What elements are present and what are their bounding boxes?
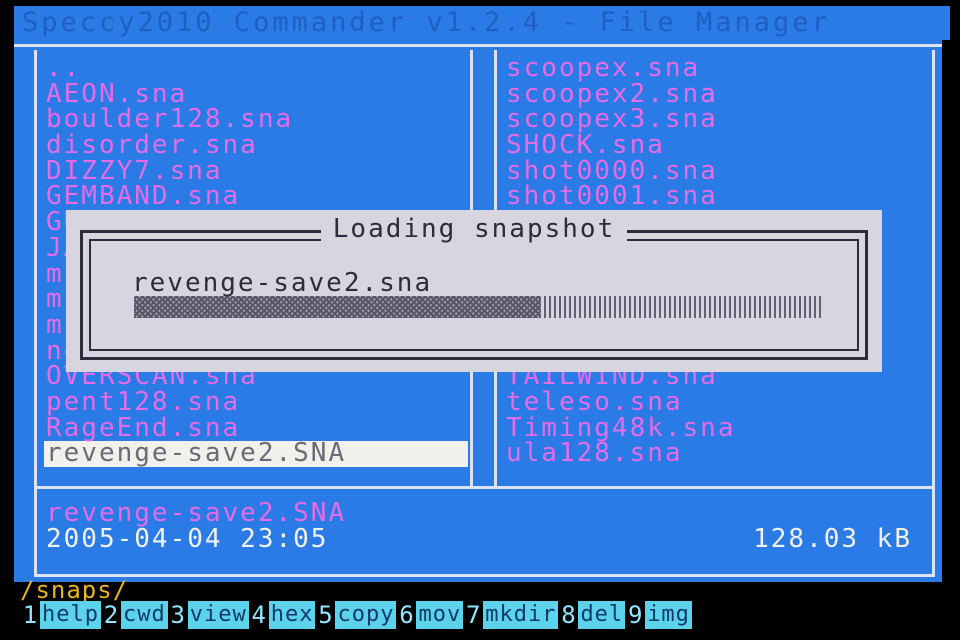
fkey-del[interactable]: 8 del [558, 600, 626, 630]
file-item[interactable]: pent128.sna [44, 389, 468, 416]
fkey-mkdir[interactable]: 7 mkdir [463, 600, 559, 630]
fkey-hex[interactable]: 4 hex [249, 600, 316, 630]
fkey-label: mov [416, 601, 464, 629]
fkey-number: 5 [318, 601, 333, 629]
fkey-number: 8 [561, 601, 576, 629]
fkey-label: view [187, 601, 249, 629]
fkey-number: 7 [465, 601, 481, 629]
frame-left-lower [34, 489, 37, 574]
fkey-label: hex [268, 601, 316, 629]
frame-left-outer [34, 50, 37, 486]
file-item[interactable]: shot0001.sna [504, 184, 924, 210]
fkey-label: del [578, 601, 626, 629]
fkey-number: 4 [251, 601, 266, 629]
loading-dialog: Loading snapshot revenge-save2.sna [66, 210, 882, 372]
frame-bottom [34, 574, 935, 577]
fkey-label: img [645, 601, 692, 629]
info-date: 2005-04-04 23:05 [46, 524, 329, 554]
fkey-img[interactable]: 9 img [625, 600, 692, 630]
file-item[interactable]: teleso.sna [504, 389, 924, 416]
file-item-selected[interactable]: revenge-save2.SNA [44, 440, 468, 467]
file-info-panel: revenge-save2.SNA 2005-04-04 23:05 128.0… [44, 498, 914, 574]
progress-bar [134, 296, 824, 318]
dialog-filename: revenge-save2.sna [132, 268, 433, 298]
fkey-number: 6 [399, 601, 414, 629]
fkey-label: help [40, 601, 101, 629]
file-item[interactable]: disorder.sna [44, 132, 468, 159]
dialog-title: Loading snapshot [66, 214, 882, 244]
frame-top [14, 44, 942, 47]
fkey-label: cwd [120, 601, 168, 629]
fkey-number: 9 [627, 601, 643, 629]
fkey-number: 1 [22, 601, 38, 629]
file-item[interactable]: ula128.sna [504, 440, 924, 467]
fkey-view[interactable]: 3 view [168, 600, 249, 630]
app-title: Speccy2010 Commander v1.2.4 - File Manag… [14, 6, 950, 40]
info-size: 128.03 kB [753, 524, 912, 554]
frame-mid [34, 486, 935, 489]
file-item[interactable]: scoopex.sna [504, 56, 924, 82]
fkey-label: mkdir [483, 601, 559, 629]
fkey-mov[interactable]: 6 mov [396, 600, 464, 630]
dialog-title-text: Loading snapshot [320, 214, 628, 244]
fkey-label: copy [335, 601, 397, 629]
file-item[interactable]: GEMBAND.sna [44, 184, 468, 210]
file-item[interactable]: SHOCK.sna [504, 132, 924, 159]
fkey-copy[interactable]: 5 copy [315, 600, 397, 630]
frame-right-outer [932, 50, 935, 574]
fkey-number: 3 [170, 601, 185, 629]
function-key-bar: 1 help 2 cwd 3 view 4 hex 5 copy 6 mov 7 mkdir 8 del 9 im… [20, 600, 692, 630]
progress-fill [134, 296, 542, 318]
fkey-help[interactable]: 1 help [20, 600, 101, 630]
fkey-cwd[interactable]: 2 cwd [101, 600, 168, 630]
file-item[interactable]: .. [44, 56, 468, 82]
fkey-number: 2 [103, 601, 119, 629]
